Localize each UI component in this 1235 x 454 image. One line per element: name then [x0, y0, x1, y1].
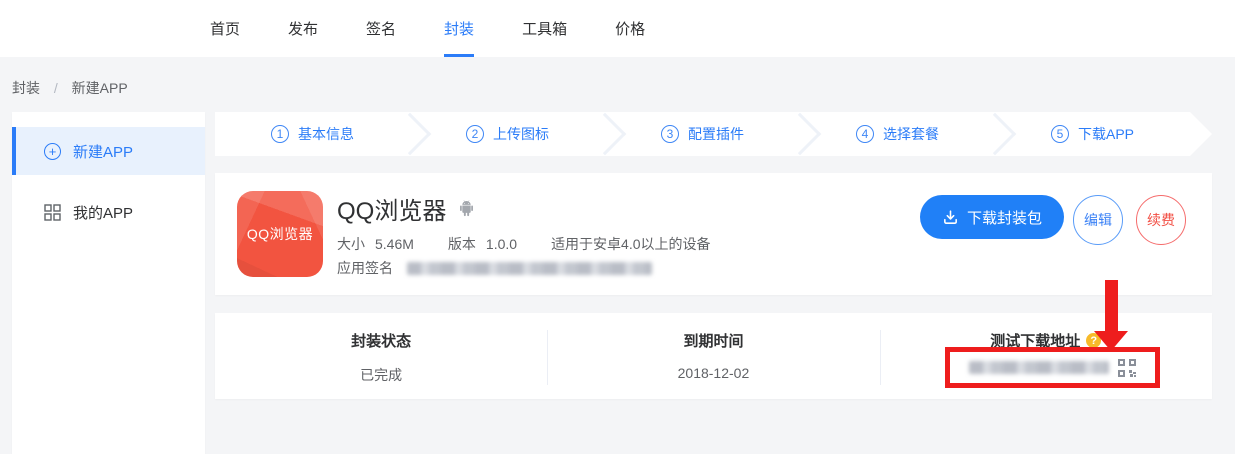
- step-number-badge: 2: [466, 125, 484, 143]
- main-nav: 首页 发布 签名 封装 工具箱 价格: [210, 0, 645, 57]
- sidebar: + 新建APP 我的APP: [12, 112, 205, 454]
- step-basic-info[interactable]: 1 基本信息: [215, 112, 410, 156]
- step-configure-plugin[interactable]: 3 配置插件: [605, 112, 800, 156]
- step-upload-icon[interactable]: 2 上传图标: [410, 112, 605, 156]
- breadcrumb-package[interactable]: 封装: [12, 80, 40, 96]
- column-divider: [547, 330, 548, 385]
- edit-button[interactable]: 编辑: [1073, 195, 1123, 245]
- plus-circle-icon: +: [44, 143, 61, 160]
- step-download-app[interactable]: 5 下载APP: [995, 112, 1190, 156]
- android-icon: [456, 198, 477, 219]
- expiry-date-column: 到期时间 2018-12-02: [547, 313, 879, 399]
- nav-item-home[interactable]: 首页: [210, 0, 240, 57]
- download-package-button[interactable]: 下载封装包: [920, 195, 1064, 239]
- app-meta-row: 大小 5.46M 版本 1.0.0 适用于安卓4.0以上的设备: [337, 234, 711, 254]
- sidebar-item-label: 新建APP: [73, 141, 133, 162]
- grid-icon: [44, 204, 61, 221]
- top-navbar: 首页 发布 签名 封装 工具箱 价格: [0, 0, 1235, 57]
- wizard-arrow-tip: [1190, 112, 1212, 156]
- step-wizard: 1 基本信息 2 上传图标 3 配置插件 4 选择套餐 5 下载APP: [215, 112, 1190, 156]
- size-value: 5.46M: [375, 236, 414, 252]
- annotation-arrow: [1105, 280, 1118, 332]
- signature-redacted-value: [407, 262, 652, 275]
- step-number-badge: 3: [661, 125, 679, 143]
- download-icon: [942, 209, 959, 226]
- qr-code-icon[interactable]: [1117, 358, 1137, 378]
- renew-button[interactable]: 续费: [1136, 195, 1186, 245]
- breadcrumb: 封装 / 新建APP: [12, 78, 128, 98]
- nav-item-publish[interactable]: 发布: [288, 0, 318, 57]
- expiry-date-header: 到期时间: [683, 330, 743, 351]
- step-select-plan[interactable]: 4 选择套餐: [800, 112, 995, 156]
- compat-text: 适用于安卓4.0以上的设备: [551, 234, 710, 254]
- app-title: QQ浏览器: [337, 191, 446, 226]
- nav-item-toolbox[interactable]: 工具箱: [522, 0, 567, 57]
- version-value: 1.0.0: [486, 236, 517, 252]
- test-download-url-redacted[interactable]: [969, 361, 1109, 374]
- sidebar-item-my-app[interactable]: 我的APP: [12, 188, 205, 236]
- step-number-badge: 4: [856, 125, 874, 143]
- version-label: 版本: [448, 234, 476, 254]
- sidebar-item-new-app[interactable]: + 新建APP: [12, 127, 205, 175]
- step-number-badge: 1: [271, 125, 289, 143]
- expiry-date-value: 2018-12-02: [547, 365, 879, 381]
- package-status-header: 封装状态: [351, 330, 411, 351]
- sidebar-item-label: 我的APP: [73, 202, 133, 223]
- breadcrumb-separator: /: [54, 80, 58, 96]
- annotation-arrow-head: [1094, 331, 1128, 351]
- annotation-highlight-box: [945, 347, 1160, 388]
- nav-item-package[interactable]: 封装: [444, 0, 474, 57]
- nav-item-sign[interactable]: 签名: [366, 0, 396, 57]
- step-number-badge: 5: [1051, 125, 1069, 143]
- package-status-column: 封装状态 已完成: [215, 313, 547, 399]
- nav-item-price[interactable]: 价格: [615, 0, 645, 57]
- app-icon: QQ浏览器: [237, 191, 323, 277]
- app-info-card: QQ浏览器 QQ浏览器 大小 5.46M 版本 1.0.0 适用于安卓4.0以上…: [215, 173, 1212, 295]
- package-status-value: 已完成: [215, 365, 547, 385]
- column-divider: [880, 330, 881, 385]
- status-card: 封装状态 已完成 到期时间 2018-12-02 测试下载地址 ?: [215, 313, 1212, 399]
- breadcrumb-new-app: 新建APP: [72, 80, 128, 96]
- signature-label: 应用签名: [337, 258, 393, 278]
- active-item-bar: [12, 127, 16, 175]
- app-signature-row: 应用签名: [337, 258, 652, 278]
- size-label: 大小: [337, 234, 365, 254]
